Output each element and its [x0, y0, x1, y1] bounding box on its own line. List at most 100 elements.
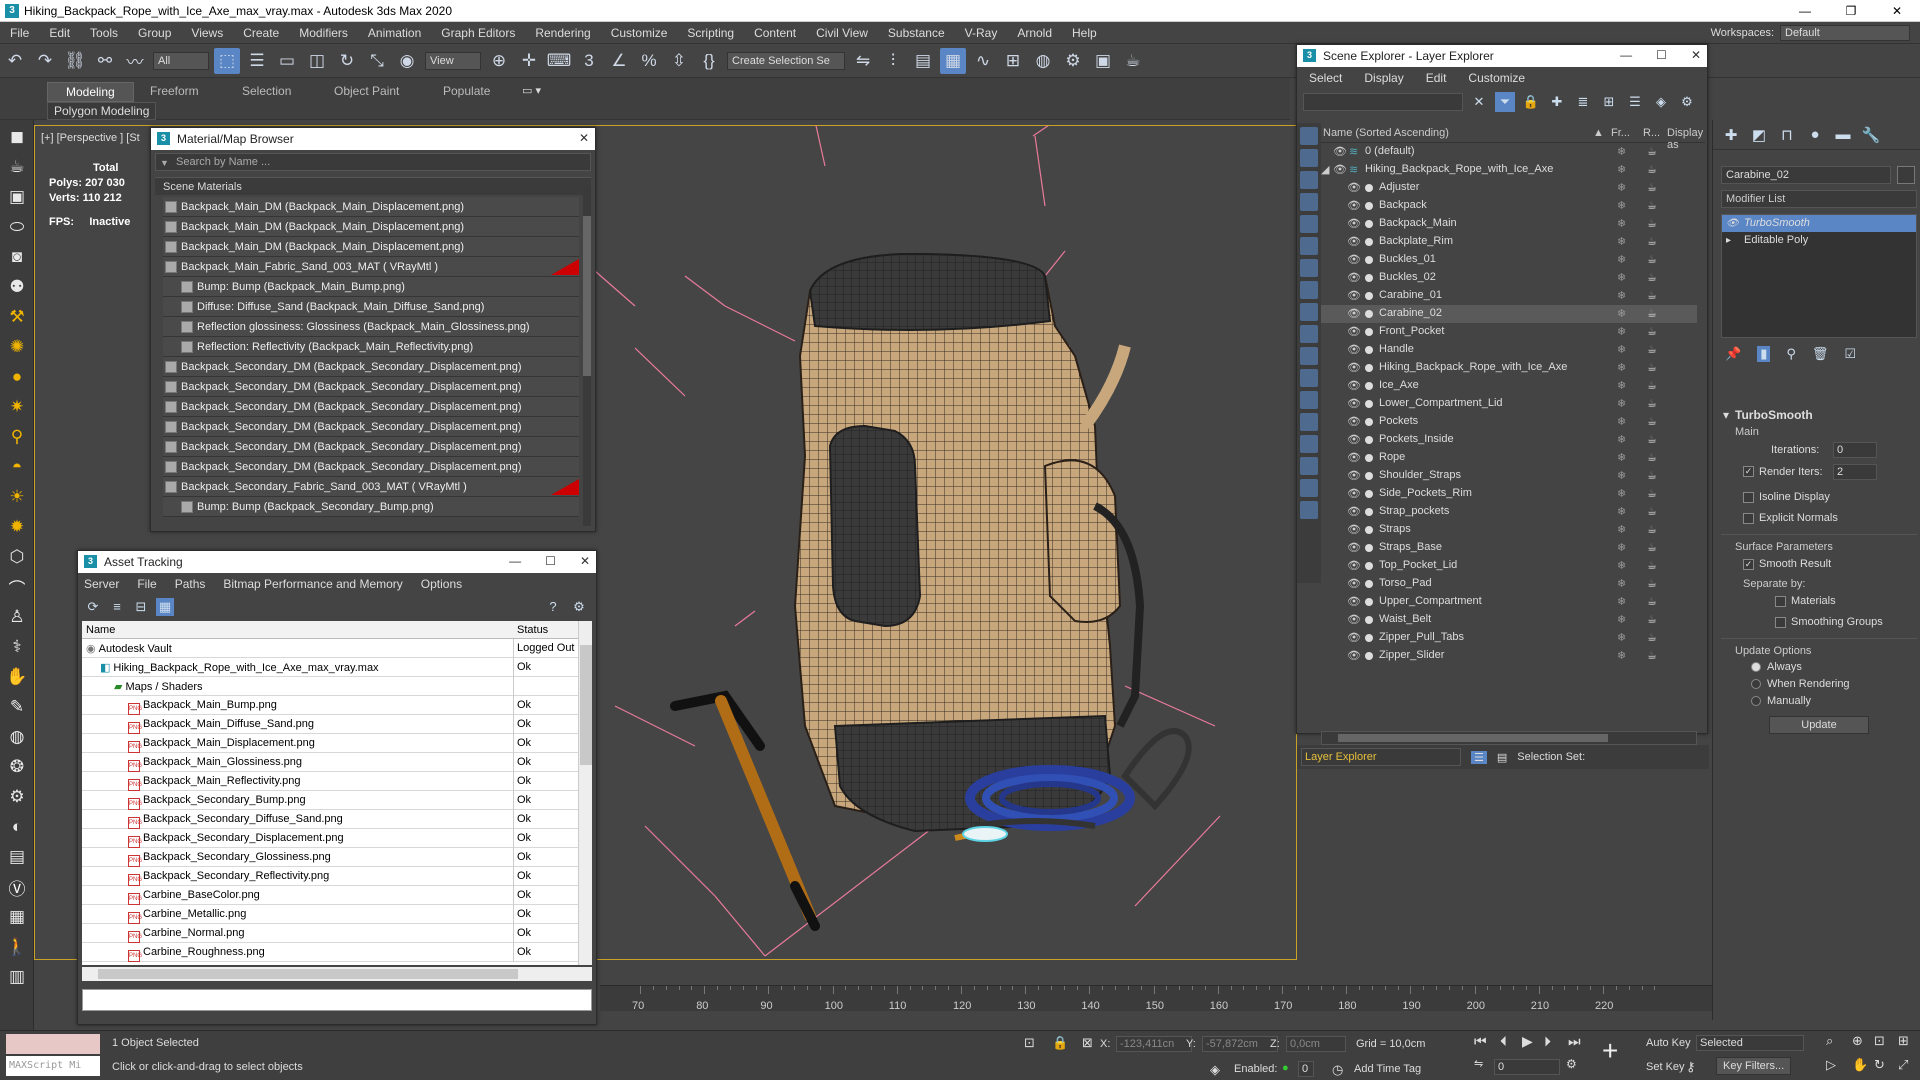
sphere-icon[interactable]: ◐: [4, 814, 30, 840]
renderable-icon[interactable]: ☕: [1647, 487, 1657, 500]
render-iters-checkbox[interactable]: ✓: [1743, 466, 1754, 477]
freeze-icon[interactable]: ❄: [1617, 379, 1626, 392]
material-item[interactable]: Backpack_Main_DM (Backpack_Main_Displace…: [163, 217, 579, 237]
asset-close-button[interactable]: ✕: [580, 554, 590, 568]
visibility-eye-icon[interactable]: 👁: [1347, 361, 1361, 374]
grid-icon[interactable]: ▦: [4, 904, 30, 930]
renderable-icon[interactable]: ☕: [1647, 415, 1657, 428]
menu-content[interactable]: Content: [744, 22, 806, 44]
menu-civil-view[interactable]: Civil View: [806, 22, 878, 44]
freeze-icon[interactable]: ❄: [1617, 559, 1626, 572]
scene-item[interactable]: 👁 Side_Pockets_Rim ❄ ☕: [1321, 485, 1697, 503]
brush-icon[interactable]: ✎: [4, 694, 30, 720]
percent-snap-icon[interactable]: %: [636, 48, 662, 74]
visibility-eye-icon[interactable]: 👁: [1347, 253, 1361, 266]
scene-menu-display[interactable]: Display: [1364, 71, 1403, 85]
bind-space-warp-icon[interactable]: 〰: [122, 48, 148, 74]
layers-stack-icon[interactable]: ☰: [1625, 92, 1645, 112]
freeze-icon[interactable]: ❄: [1617, 163, 1626, 176]
stack-turbosmooth[interactable]: 👁 TurboSmooth: [1722, 215, 1916, 232]
scene-search-input[interactable]: [1303, 93, 1463, 111]
asset-col-name[interactable]: Name: [86, 624, 115, 636]
bones-icon[interactable]: ⚕: [4, 634, 30, 660]
turbosmooth-title[interactable]: TurboSmooth: [1721, 406, 1917, 424]
freeze-icon[interactable]: ❄: [1617, 271, 1626, 284]
renderable-icon[interactable]: ☕: [1647, 199, 1657, 212]
freeze-icon[interactable]: ❄: [1617, 199, 1626, 212]
visibility-eye-icon[interactable]: 👁: [1333, 145, 1347, 158]
filter-shapes-icon[interactable]: [1300, 149, 1318, 167]
freeze-icon[interactable]: ❄: [1617, 577, 1626, 590]
scene-item[interactable]: 👁 Zipper_Slider ❄ ☕: [1321, 647, 1697, 665]
renderable-icon[interactable]: ☕: [1647, 505, 1657, 518]
tab-populate[interactable]: Populate: [425, 82, 508, 100]
sun-icon[interactable]: ☀: [4, 484, 30, 510]
asset-menu-server[interactable]: Server: [84, 577, 119, 591]
col-frozen[interactable]: Fr...: [1611, 127, 1630, 139]
renderable-icon[interactable]: ☕: [1647, 559, 1657, 572]
particles-icon[interactable]: ❂: [4, 754, 30, 780]
align-icon[interactable]: ⫶: [880, 48, 906, 74]
material-item[interactable]: Backpack_Secondary_DM (Backpack_Secondar…: [163, 397, 579, 417]
tab-selection[interactable]: Selection: [224, 82, 309, 100]
freeze-icon[interactable]: ❄: [1617, 361, 1626, 374]
freeze-icon[interactable]: ❄: [1617, 307, 1626, 320]
scene-explorer-icon[interactable]: ▦: [940, 47, 966, 74]
hammer-icon[interactable]: ⚒: [4, 304, 30, 330]
window-crossing-icon[interactable]: ◫: [304, 48, 330, 74]
scene-item[interactable]: 👁 Hiking_Backpack_Rope_with_Ice_Axe ❄ ☕: [1321, 359, 1697, 377]
renderable-icon[interactable]: ☕: [1647, 145, 1657, 158]
polygon-modeling-panel[interactable]: Polygon Modeling: [47, 102, 157, 120]
modify-tab-icon[interactable]: ◩: [1749, 126, 1769, 144]
visibility-eye-icon[interactable]: 👁: [1347, 559, 1361, 572]
visibility-eye-icon[interactable]: 👁: [1347, 235, 1361, 248]
play-icon[interactable]: ▶: [1522, 1033, 1533, 1050]
zoom-extents-icon[interactable]: ⊡: [1874, 1033, 1885, 1049]
asset-col-status[interactable]: Status: [517, 624, 548, 636]
configure-sets-icon[interactable]: ☑: [1844, 346, 1856, 362]
asset-row[interactable]: PNGCarbine_Normal.png Ok: [82, 924, 592, 943]
gear-icon[interactable]: ⚙: [4, 784, 30, 810]
show-end-result-icon[interactable]: ▮: [1757, 346, 1771, 362]
renderable-icon[interactable]: ☕: [1647, 613, 1657, 626]
asset-row[interactable]: PNGCarbine_BaseColor.png Ok: [82, 886, 592, 905]
renderable-icon[interactable]: ☕: [1647, 289, 1657, 302]
scene-item[interactable]: 👁 Backpack_Main ❄ ☕: [1321, 215, 1697, 233]
asset-row[interactable]: PNGBackpack_Main_Bump.png Ok: [82, 696, 592, 715]
asset-menu-paths[interactable]: Paths: [175, 577, 206, 591]
scene-item[interactable]: 👁 Pockets_Inside ❄ ☕: [1321, 431, 1697, 449]
object-name-field[interactable]: Carabine_02: [1721, 166, 1891, 184]
ball-icon[interactable]: ◍: [4, 724, 30, 750]
asset-row[interactable]: PNGBackpack_Main_Diffuse_Sand.png Ok: [82, 715, 592, 734]
freeze-icon[interactable]: ❄: [1617, 235, 1626, 248]
workspace-dropdown[interactable]: Default: [1780, 25, 1910, 41]
visibility-eye-icon[interactable]: 👁: [1347, 307, 1361, 320]
zoom-all-icon[interactable]: ⊕: [1852, 1033, 1863, 1049]
freeze-icon[interactable]: ❄: [1617, 415, 1626, 428]
box-icon[interactable]: ▣: [4, 184, 30, 210]
ribbon-options-icon[interactable]: ▭ ▾: [522, 84, 541, 97]
menu-vray[interactable]: V-Ray: [955, 22, 1008, 44]
menu-modifiers[interactable]: Modifiers: [289, 22, 358, 44]
scale-icon[interactable]: ⤡: [364, 48, 390, 74]
scene-item[interactable]: 👁 Zipper_Pull_Tabs ❄ ☕: [1321, 629, 1697, 647]
visibility-eye-icon[interactable]: 👁: [1347, 469, 1361, 482]
material-item[interactable]: Backpack_Secondary_Fabric_Sand_003_MAT (…: [163, 477, 579, 497]
scene-item[interactable]: 👁 Adjuster ❄ ☕: [1321, 179, 1697, 197]
visibility-eye-icon[interactable]: 👁: [1347, 343, 1361, 356]
iterations-spinner[interactable]: 0: [1833, 442, 1877, 458]
filter-containers-icon[interactable]: [1300, 325, 1318, 343]
freeze-icon[interactable]: ❄: [1617, 649, 1626, 662]
selection-filter-dropdown[interactable]: All: [153, 51, 209, 70]
render-iters-spinner[interactable]: 2: [1833, 464, 1877, 480]
visibility-eye-icon[interactable]: 👁: [1347, 523, 1361, 536]
filter-spacewarps-icon[interactable]: [1300, 237, 1318, 255]
scene-item[interactable]: 👁 Pockets ❄ ☕: [1321, 413, 1697, 431]
material-item[interactable]: Diffuse: Diffuse_Sand (Backpack_Main_Dif…: [163, 297, 579, 317]
layer-tools-icon[interactable]: ⚙: [1677, 92, 1697, 112]
scene-item[interactable]: 👁 Carabine_01 ❄ ☕: [1321, 287, 1697, 305]
redo-icon[interactable]: ↷: [32, 48, 58, 74]
pan-icon[interactable]: ✋: [1852, 1057, 1868, 1073]
next-frame-icon[interactable]: ⏵: [1544, 1033, 1551, 1050]
filter-hidden-icon[interactable]: [1300, 369, 1318, 387]
